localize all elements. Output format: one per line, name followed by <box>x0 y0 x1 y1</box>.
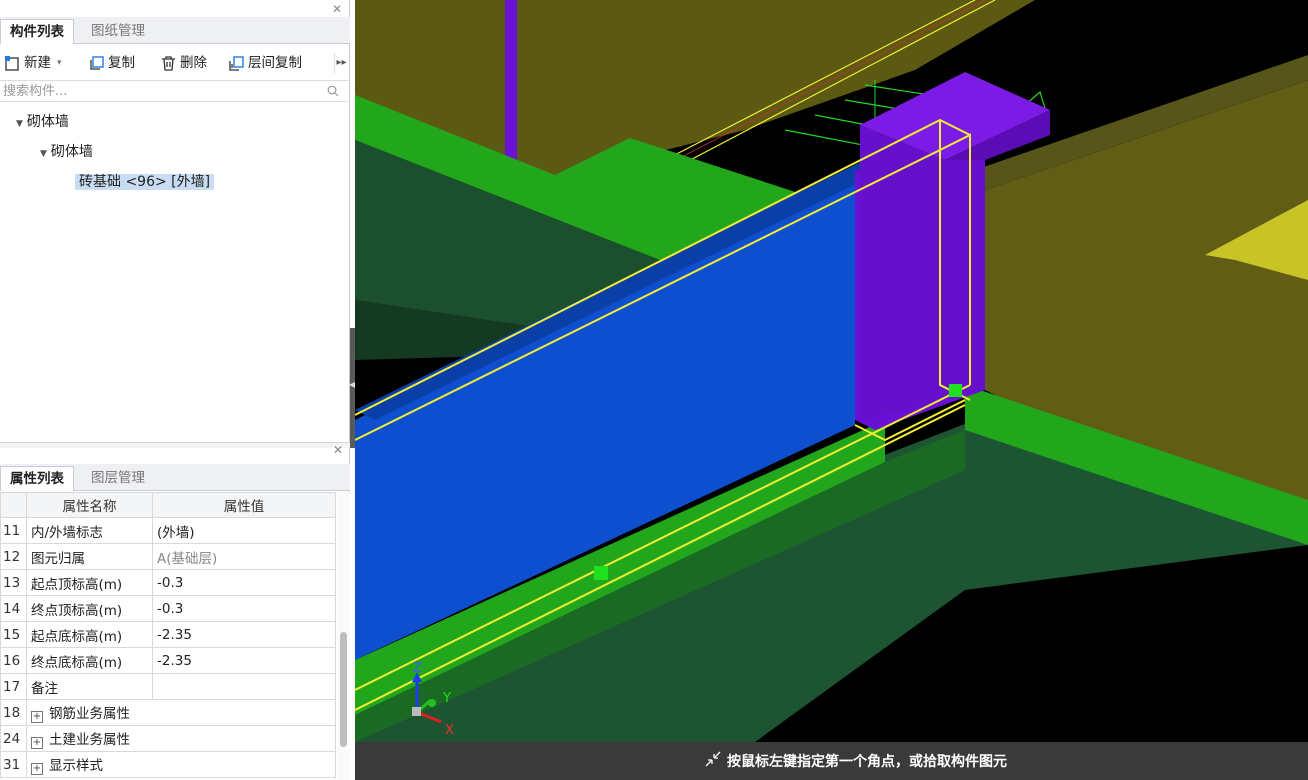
property-value[interactable] <box>152 673 336 700</box>
property-value[interactable]: A(基础层) <box>152 543 336 570</box>
row-number: 16 <box>0 647 27 674</box>
property-value[interactable]: (外墙) <box>152 517 336 544</box>
copy-button-label: 复制 <box>108 55 135 71</box>
expand-arrow-icon[interactable]: ▼ <box>40 149 47 159</box>
grip-point-mid[interactable] <box>594 566 608 580</box>
tree-node-brick-foundation[interactable]: 砖基础 <96> [外墙] <box>75 171 215 193</box>
row-number: 31 <box>0 751 27 778</box>
close-property-panel-icon[interactable]: ✕ <box>332 444 344 456</box>
table-row[interactable]: 15 起点底标高(m) -2.35 <box>0 621 336 648</box>
new-button-label: 新建 <box>24 55 51 71</box>
floor-copy-button[interactable]: 层间复制 <box>228 52 302 74</box>
3d-model-scene[interactable]: Z Y X <box>355 0 1308 742</box>
delete-button-label: 删除 <box>180 55 207 71</box>
delete-button[interactable]: 删除 <box>160 52 207 74</box>
property-value[interactable]: -2.35 <box>152 647 336 674</box>
column-side <box>860 125 985 420</box>
close-component-panel-icon[interactable]: ✕ <box>331 3 343 15</box>
component-panel-tabs: 构件列表 图纸管理 <box>0 17 350 44</box>
search-bar <box>0 80 348 102</box>
property-group[interactable]: + 显示样式 <box>26 751 336 778</box>
column-upper-stub <box>505 0 517 165</box>
table-row[interactable]: 16 终点底标高(m) -2.35 <box>0 647 336 674</box>
new-button[interactable]: 新建 ▾ <box>4 52 62 74</box>
corner-select-icon <box>705 751 721 767</box>
property-name: 起点底标高(m) <box>26 621 153 648</box>
row-number: 17 <box>0 673 27 700</box>
property-group-label: 钢筋业务属性 <box>49 706 130 722</box>
table-row[interactable]: 31 + 显示样式 <box>0 751 336 778</box>
floor-copy-button-label: 层间复制 <box>248 55 302 71</box>
table-row[interactable]: 24 + 土建业务属性 <box>0 725 336 752</box>
trash-icon <box>162 55 175 71</box>
property-table-header: 属性名称 属性值 <box>0 492 336 518</box>
property-panel-tabs: 属性列表 图层管理 <box>0 464 350 491</box>
header-property-name: 属性名称 <box>26 492 153 518</box>
row-number: 11 <box>0 517 27 544</box>
scrollbar-thumb[interactable] <box>340 632 347 747</box>
expand-arrow-icon[interactable]: ▼ <box>16 119 23 129</box>
property-name: 图元归属 <box>26 543 153 570</box>
status-bar: 按鼠标左键指定第一个角点，或拾取构件图元 <box>355 742 1308 780</box>
search-icon[interactable] <box>327 85 339 97</box>
property-group-label: 显示样式 <box>49 758 103 774</box>
tree-node-label: 砌体墙 <box>26 114 69 130</box>
toolbar-overflow-icon[interactable]: ▸▸ <box>334 53 348 73</box>
tree-node-masonry-wall-category[interactable]: ▼ 砌体墙 <box>16 111 69 133</box>
tab-layer-management[interactable]: 图层管理 <box>82 466 154 491</box>
status-hint-text: 按鼠标左键指定第一个角点，或拾取构件图元 <box>727 754 1007 770</box>
property-table: 属性名称 属性值 11 内/外墙标志 (外墙) 12 图元归属 A(基础层) 1… <box>0 492 336 778</box>
row-number: 12 <box>0 543 27 570</box>
copy-button[interactable]: 复制 <box>88 52 135 74</box>
property-value[interactable]: -2.35 <box>152 621 336 648</box>
property-group-label: 土建业务属性 <box>49 732 130 748</box>
property-name: 起点顶标高(m) <box>26 569 153 596</box>
tab-drawing-management[interactable]: 图纸管理 <box>82 19 154 44</box>
component-toolbar: 新建 ▾ 复制 删除 层间复制 ▸▸ <box>0 48 350 78</box>
header-property-value: 属性值 <box>152 492 336 518</box>
row-number: 13 <box>0 569 27 596</box>
row-number: 24 <box>0 725 27 752</box>
property-value[interactable]: -0.3 <box>152 595 336 622</box>
row-number: 18 <box>0 699 27 726</box>
property-group[interactable]: + 钢筋业务属性 <box>26 699 336 726</box>
row-number: 15 <box>0 621 27 648</box>
search-input[interactable] <box>0 81 320 101</box>
header-index <box>0 492 27 518</box>
expand-plus-icon[interactable]: + <box>31 711 43 723</box>
tree-node-masonry-wall-type[interactable]: ▼ 砌体墙 <box>40 141 93 163</box>
tree-node-label: 砖基础 <96> [外墙] <box>75 174 215 190</box>
table-row[interactable]: 13 起点顶标高(m) -0.3 <box>0 569 336 596</box>
panel-splitter[interactable]: ✕ <box>0 442 350 456</box>
axis-label-y: Y <box>442 691 451 706</box>
axis-label-z: Z <box>413 661 422 676</box>
chevron-down-icon[interactable]: ▾ <box>57 52 62 74</box>
new-icon <box>5 55 19 71</box>
property-group[interactable]: + 土建业务属性 <box>26 725 336 752</box>
table-row[interactable]: 11 内/外墙标志 (外墙) <box>0 517 336 544</box>
expand-plus-icon[interactable]: + <box>31 737 43 749</box>
property-scrollbar[interactable] <box>337 492 350 780</box>
copy-icon <box>90 55 104 70</box>
axis-label-x: X <box>445 723 454 738</box>
property-name: 终点顶标高(m) <box>26 595 153 622</box>
table-row[interactable]: 17 备注 <box>0 673 336 700</box>
grip-point-corner[interactable] <box>949 384 962 397</box>
property-name: 内/外墙标志 <box>26 517 153 544</box>
table-row[interactable]: 12 图元归属 A(基础层) <box>0 543 336 570</box>
left-panel: ✕ 构件列表 图纸管理 新建 ▾ 复制 删除 层间复制 ▸▸ ▼砌体墙 ▼砌体墙 <box>0 0 350 780</box>
tab-component-list[interactable]: 构件列表 <box>0 19 74 44</box>
tree-node-label: 砌体墙 <box>50 144 93 160</box>
row-number: 14 <box>0 595 27 622</box>
table-row[interactable]: 14 终点顶标高(m) -0.3 <box>0 595 336 622</box>
table-row[interactable]: 18 + 钢筋业务属性 <box>0 699 336 726</box>
floor-copy-icon <box>229 55 244 71</box>
3d-viewport[interactable]: Z Y X 按鼠标左键指定第一个角点，或拾取构件图元 <box>355 0 1308 780</box>
property-name: 终点底标高(m) <box>26 647 153 674</box>
property-value[interactable]: -0.3 <box>152 569 336 596</box>
expand-plus-icon[interactable]: + <box>31 763 43 775</box>
tab-property-list[interactable]: 属性列表 <box>0 466 74 491</box>
property-name: 备注 <box>26 673 153 700</box>
